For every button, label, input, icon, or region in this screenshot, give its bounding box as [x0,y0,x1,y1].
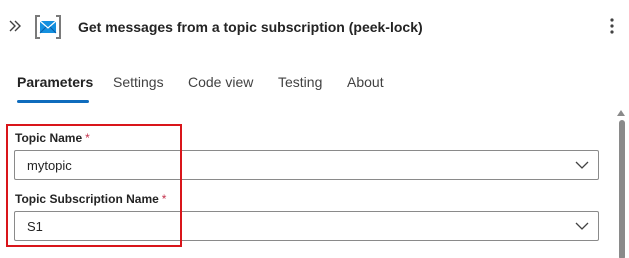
scroll-up-icon[interactable] [617,110,625,116]
page-title: Get messages from a topic subscription (… [78,19,423,35]
required-mark: * [85,131,90,145]
required-mark: * [161,192,167,206]
tab-bar: Parameters Settings Code view Testing Ab… [0,64,629,106]
chevron-down-icon [575,161,589,169]
topic-subscription-name-label-text: Topic Subscription Name [15,192,159,206]
more-vertical-icon[interactable] [607,16,617,36]
tab-code-view[interactable]: Code view [188,74,253,90]
topic-subscription-name-label: Topic Subscription Name * [15,192,166,206]
topic-name-label-text: Topic Name [15,131,83,145]
panel-header: Get messages from a topic subscription (… [0,0,629,56]
tab-testing[interactable]: Testing [278,74,322,90]
topic-subscription-name-value: S1 [27,219,43,234]
double-chevron-right-icon[interactable] [8,18,22,34]
topic-name-dropdown[interactable]: mytopic [14,150,599,180]
topic-name-value: mytopic [27,158,72,173]
topic-subscription-name-dropdown[interactable]: S1 [14,211,599,241]
vertical-scrollbar[interactable] [614,108,628,258]
scrollbar-thumb[interactable] [619,120,625,258]
tab-parameters[interactable]: Parameters [17,74,93,90]
topic-name-label: Topic Name * [15,131,90,145]
active-tab-indicator [17,100,89,103]
chevron-down-icon [575,222,589,230]
tab-settings[interactable]: Settings [113,74,164,90]
tab-about[interactable]: About [347,74,384,90]
service-bus-envelope-icon [35,15,61,39]
